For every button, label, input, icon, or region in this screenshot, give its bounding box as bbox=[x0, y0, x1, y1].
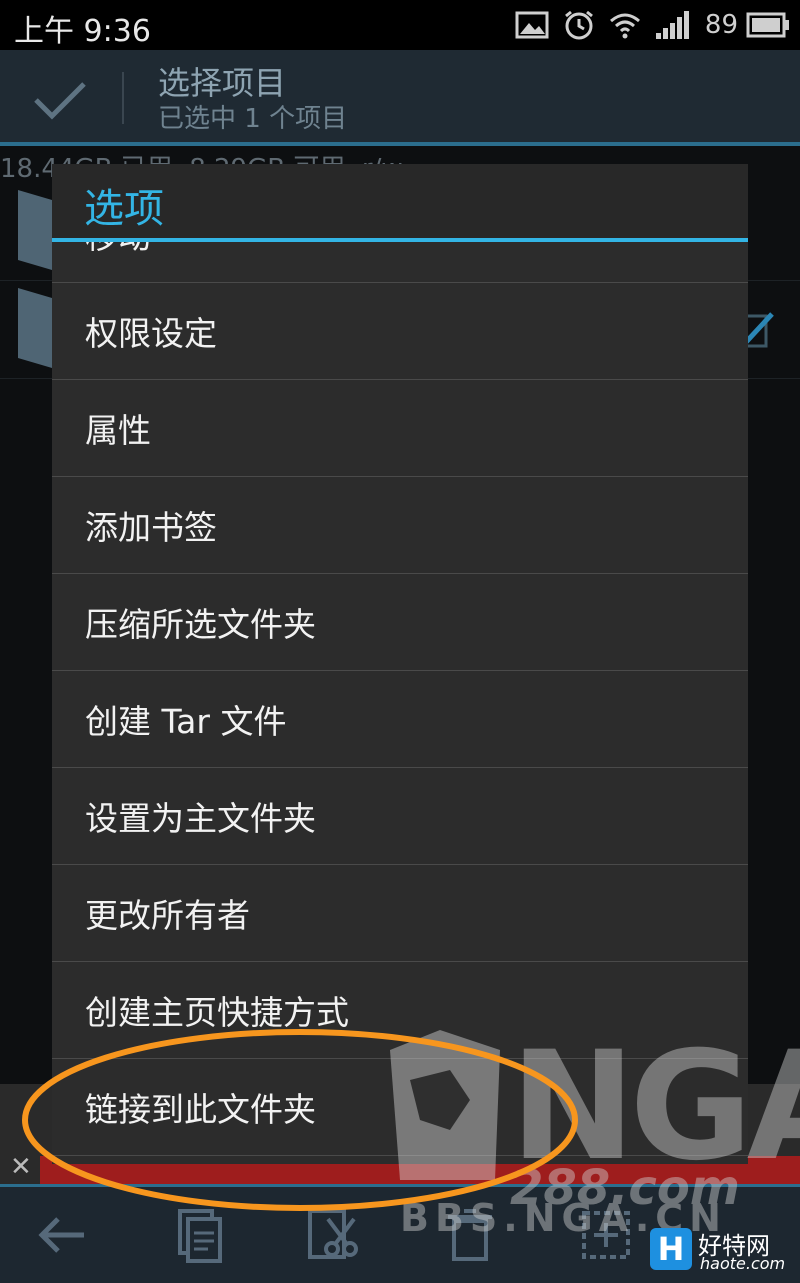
signal-icon bbox=[655, 11, 689, 39]
fist-logo-icon bbox=[390, 1030, 500, 1180]
copy-icon[interactable] bbox=[170, 1205, 230, 1265]
battery-percent: 89 bbox=[704, 10, 738, 40]
menu-item-set-home-folder[interactable]: 设置为主文件夹 bbox=[52, 768, 748, 865]
menu-item-properties[interactable]: 属性 bbox=[52, 380, 748, 477]
menu-item-permissions[interactable]: 权限设定 bbox=[52, 283, 748, 380]
dialog-title: 选项 bbox=[84, 186, 164, 232]
ad-close-icon[interactable]: ✕ bbox=[10, 1152, 32, 1182]
image-notification-icon bbox=[515, 11, 549, 39]
menu-item-create-tar[interactable]: 创建 Tar 文件 bbox=[52, 671, 748, 768]
status-bar: 上午 9:36 89 bbox=[0, 0, 800, 50]
status-icons: 89 bbox=[515, 8, 790, 42]
watermark-site: 288.com bbox=[510, 1160, 740, 1216]
folder-icon bbox=[18, 190, 52, 270]
done-check-icon[interactable] bbox=[30, 78, 90, 122]
menu-item-change-owner[interactable]: 更改所有者 bbox=[52, 865, 748, 962]
menu-item-compress[interactable]: 压缩所选文件夹 bbox=[52, 574, 748, 671]
cut-icon[interactable] bbox=[302, 1205, 362, 1265]
menu-item-add-bookmark[interactable]: 添加书签 bbox=[52, 477, 748, 574]
folder-icon bbox=[18, 288, 52, 368]
back-arrow-icon[interactable] bbox=[32, 1205, 92, 1265]
action-bar: 选择项目 已选中 1 个项目 bbox=[0, 50, 800, 146]
alarm-icon bbox=[564, 10, 593, 40]
status-time: 上午 9:36 bbox=[14, 14, 151, 49]
action-bar-subtitle: 已选中 1 个项目 bbox=[158, 104, 348, 134]
haote-logo-icon: H bbox=[650, 1228, 692, 1270]
action-bar-divider bbox=[122, 72, 124, 124]
battery-icon bbox=[746, 12, 789, 38]
haote-logo-url: haote.com bbox=[700, 1254, 786, 1273]
dialog-title-bar: 选项 bbox=[52, 164, 748, 242]
wifi-icon bbox=[609, 13, 640, 39]
